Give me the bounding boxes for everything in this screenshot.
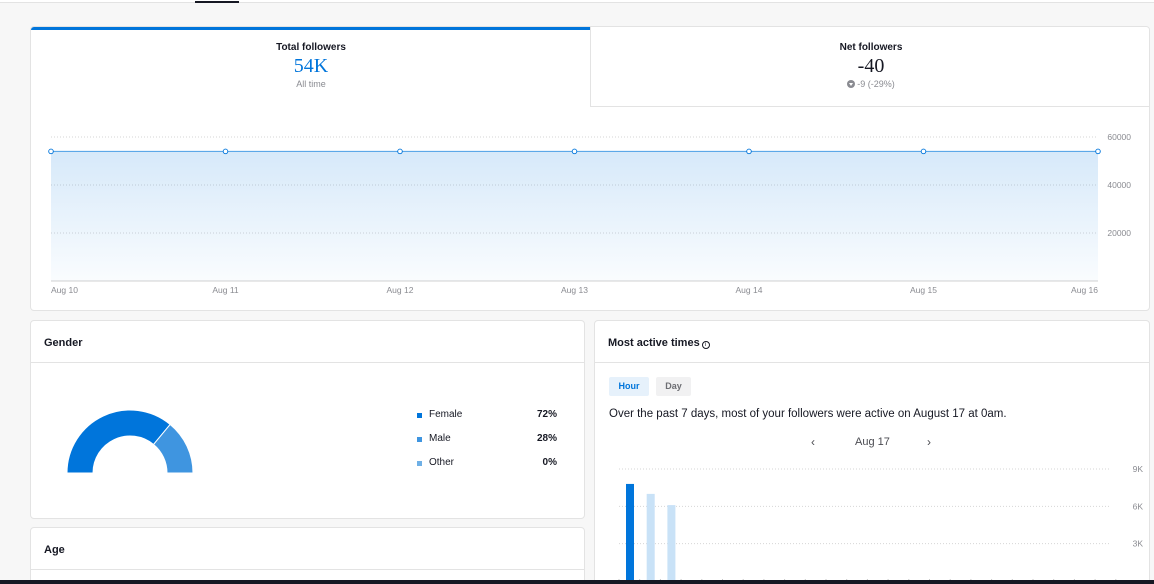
- y-tick-label: 9K: [1133, 464, 1144, 474]
- total-followers-value: 54K: [293, 55, 329, 77]
- age-title: Age: [44, 544, 65, 556]
- legend-item-other: Other 0%: [417, 457, 557, 481]
- chevron-right-icon[interactable]: ›: [927, 435, 931, 449]
- followers-line-chart: 20000 40000 60000 Aug 10 Aug 11 Aug 12 Aug 13 A…: [48, 132, 1131, 295]
- data-point: [222, 148, 229, 155]
- net-followers-change-text: -9 (-29%): [857, 79, 895, 89]
- total-followers-label: Total followers: [276, 42, 346, 53]
- active-times-summary: Over the past 7 days, most of your follo…: [609, 408, 1007, 420]
- total-followers-sub: All time: [296, 79, 326, 89]
- divider: [595, 362, 1149, 363]
- chevron-left-icon[interactable]: ‹: [811, 435, 815, 449]
- net-followers-tab[interactable]: Net followers -40 -9 (-29%): [590, 27, 1149, 107]
- most-active-times-title-text: Most active times: [608, 337, 700, 349]
- x-tick-label: Aug 13: [561, 285, 588, 295]
- arrow-down-circle-icon: [847, 80, 856, 88]
- legend-label: Male: [429, 433, 451, 444]
- active-times-bar-chart: 3K 6K 9K: [618, 464, 1144, 584]
- legend-swatch: [417, 413, 422, 418]
- current-date: Aug 17: [855, 436, 890, 448]
- data-point: [48, 148, 54, 155]
- most-active-times-title: Most active times i: [608, 337, 710, 349]
- area-fill: [51, 151, 1098, 281]
- data-point: [920, 148, 927, 155]
- net-followers-label: Net followers: [839, 42, 903, 53]
- followers-overview-card: Total followers 54K All time Net followe…: [30, 26, 1150, 311]
- age-card: Age: [30, 527, 585, 584]
- x-tick-label: Aug 12: [387, 285, 414, 295]
- gender-title: Gender: [44, 337, 83, 349]
- x-tick-label: Aug 11: [212, 285, 239, 295]
- legend-label: Female: [429, 409, 463, 420]
- gender-semi-donut-chart: [67, 409, 194, 474]
- x-tick-label: Aug 15: [910, 285, 937, 295]
- legend-percent: 28%: [536, 433, 557, 444]
- bar: [646, 493, 655, 584]
- active-tab-underline: [195, 1, 239, 3]
- net-followers-change: -9 (-29%): [591, 79, 1149, 89]
- legend-percent: 72%: [536, 409, 557, 420]
- y-tick-label: 3K: [1133, 539, 1144, 549]
- legend-item-male: Male 28%: [417, 433, 557, 457]
- x-tick-label: Aug 10: [51, 285, 78, 295]
- y-tick-label: 6K: [1133, 501, 1144, 511]
- data-point: [571, 148, 578, 155]
- divider: [31, 569, 584, 570]
- total-followers-tab[interactable]: Total followers 54K All time: [31, 27, 591, 107]
- day-toggle-button[interactable]: Day: [656, 377, 691, 396]
- net-followers-value: -40: [857, 55, 885, 77]
- x-tick-label: Aug 14: [736, 285, 763, 295]
- legend-label: Other: [429, 457, 455, 468]
- y-tick-label: 40000: [1107, 180, 1131, 190]
- hour-toggle-button[interactable]: Hour: [609, 377, 649, 396]
- bar: [667, 505, 676, 584]
- donut-slice-female: [67, 409, 171, 474]
- legend-swatch: [417, 437, 422, 442]
- legend-percent: 0%: [542, 457, 557, 468]
- divider: [31, 362, 584, 363]
- most-active-times-card: Most active times i Hour Day Over the pas…: [594, 320, 1150, 584]
- y-tick-label: 60000: [1107, 132, 1131, 142]
- data-point: [397, 148, 403, 155]
- info-icon[interactable]: i: [701, 341, 710, 349]
- date-navigator: ‹ Aug 17 ›: [595, 435, 1149, 450]
- y-tick-label: 20000: [1107, 228, 1131, 238]
- legend-item-female: Female 72%: [417, 409, 557, 433]
- taskbar-edge: [0, 580, 1154, 584]
- top-tab-strip: [0, 0, 1154, 3]
- data-point: [1095, 148, 1101, 155]
- bar: [626, 483, 634, 584]
- legend-swatch: [417, 461, 422, 466]
- gender-card: Gender Female 72% Male 28% Other 0%: [30, 320, 585, 519]
- gender-legend: Female 72% Male 28% Other 0%: [417, 409, 557, 481]
- data-point: [746, 148, 752, 155]
- x-tick-label: Aug 16: [1071, 285, 1098, 295]
